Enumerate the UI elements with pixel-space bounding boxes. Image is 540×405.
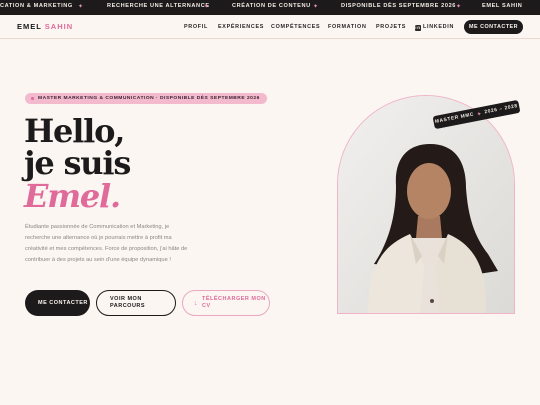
portrait-photo (338, 96, 514, 313)
nav-link-competences[interactable]: COMPÉTENCES (271, 24, 320, 30)
hero-heading-line2: je suis (24, 144, 131, 182)
ticker-item: RECHERCHE UNE ALTERNANCE (107, 3, 210, 9)
availability-badge: MASTER MARKETING & COMMUNICATION · DISPO… (25, 93, 267, 104)
download-cv-button[interactable]: ↓ TÉLÉCHARGER MON CV (182, 290, 270, 316)
ticker-item: CATION & MARKETING (0, 3, 73, 9)
ticker-item: CRÉATION DE CONTENU (232, 3, 311, 9)
nav-link-projets[interactable]: PROJETS (376, 24, 406, 30)
ticker-star-icon: ✦ (78, 3, 84, 10)
stamp-star-icon: ✦ (476, 111, 483, 118)
nav-link-linkedin[interactable]: in LINKEDIN (415, 24, 454, 31)
linkedin-label: LINKEDIN (423, 24, 455, 30)
contact-button[interactable]: ME CONTACTER (25, 290, 90, 316)
top-ticker: CATION & MARKETING ✦ RECHERCHE UNE ALTER… (0, 0, 540, 15)
badge-label: MASTER MARKETING & COMMUNICATION · DISPO… (38, 96, 260, 101)
brand-last-name: SAHIN (44, 22, 74, 31)
linkedin-icon: in (415, 25, 421, 31)
ticker-item: EMEL SAHIN (482, 3, 523, 9)
view-career-button[interactable]: VOIR MON PARCOURS (96, 290, 176, 316)
download-cv-label: TÉLÉCHARGER MON CV (202, 296, 266, 309)
hero-description: Étudiante passionnée de Communication et… (25, 224, 188, 263)
nav-link-formation[interactable]: FORMATION (328, 24, 367, 30)
brand-logo[interactable]: EMEL SAHIN (17, 22, 73, 31)
nav-link-profil[interactable]: PROFIL (184, 24, 208, 30)
portrait-frame (337, 95, 515, 314)
nav-contact-button[interactable]: ME CONTACTER (464, 20, 523, 34)
hero-heading-line1: Hello, (24, 112, 125, 150)
ticker-star-icon: ✦ (313, 3, 319, 10)
ticker-item: DISPONIBLE DÈS SEPTEMBRE 2026 (341, 3, 457, 9)
top-navigation: EMEL SAHIN PROFIL EXPÉRIENCES COMPÉTENCE… (0, 15, 540, 39)
hero-heading-name: Emel. (24, 177, 121, 215)
stamp-right-label: 2026 – 2028 (484, 104, 519, 116)
ticker-star-icon: ✦ (204, 3, 210, 10)
ticker-star-icon: ✦ (456, 3, 462, 10)
nav-link-experiences[interactable]: EXPÉRIENCES (218, 24, 264, 30)
badge-dot-icon (31, 97, 34, 100)
brand-first-name: EMEL (17, 22, 42, 31)
download-icon: ↓ (194, 299, 198, 307)
